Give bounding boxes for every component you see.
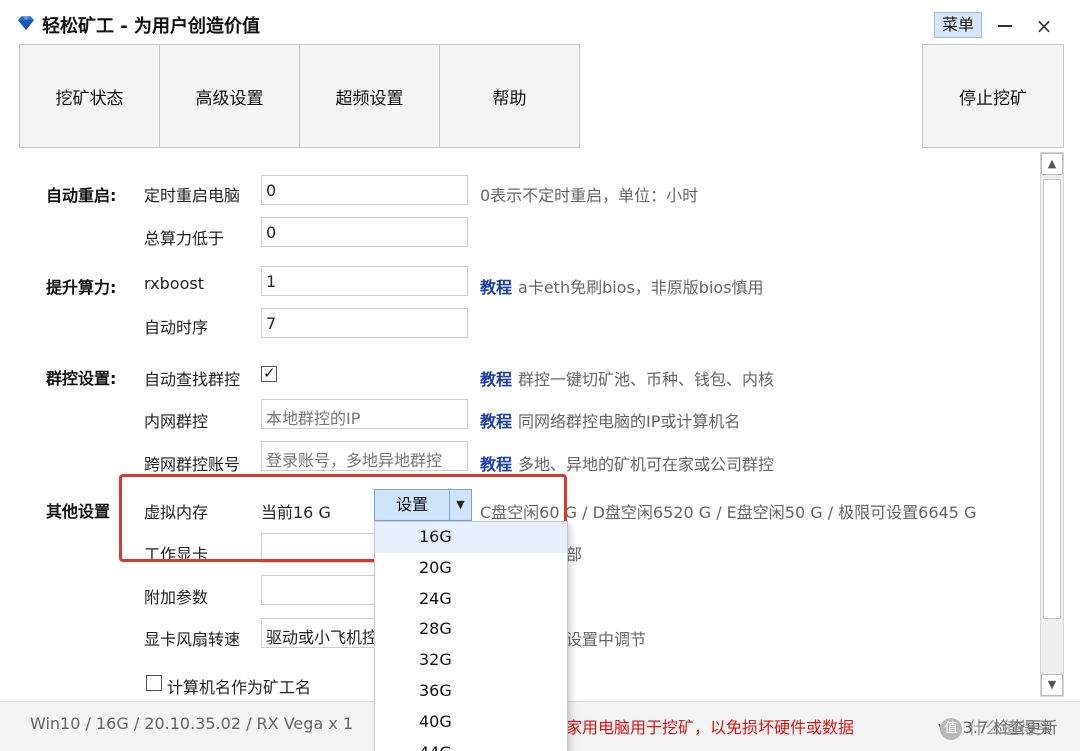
scroll-up-icon[interactable]: ▲: [1041, 153, 1063, 175]
wan-hint: 多地、异地的矿机可在家或公司群控: [518, 455, 775, 474]
auto-find-hint-row: 教程 群控一键切矿池、币种、钱包、内核: [480, 366, 774, 390]
fan-speed-hint: 设置中调节: [566, 630, 647, 649]
timer-restart-input[interactable]: 0: [261, 175, 468, 205]
section-auto-restart: 自动重启:: [46, 186, 117, 205]
warning-text: 家用电脑用于挖矿，以免损坏硬件或数据: [566, 718, 855, 737]
hashrate-below-label: 总算力低于: [144, 229, 225, 248]
rxboost-hint-row: 教程 a卡eth免刷bios，非原版bios慎用: [480, 274, 764, 298]
scroll-down-icon[interactable]: ▼: [1041, 674, 1063, 696]
watermark: 值什么值得买: [940, 714, 1053, 740]
dropdown-option[interactable]: 16G: [375, 522, 567, 553]
hostname-as-worker-label: 计算机名作为矿工名: [167, 678, 312, 697]
rxboost-tutorial-link[interactable]: 教程: [480, 278, 512, 297]
lan-hint: 同网络群控电脑的IP或计算机名: [518, 412, 741, 431]
wan-tutorial-link[interactable]: 教程: [480, 455, 512, 474]
wan-account-label: 跨网群控账号: [144, 455, 241, 474]
timer-restart-hint: 0表示不定时重启，单位：小时: [480, 186, 699, 205]
chevron-down-icon[interactable]: ▼: [449, 490, 471, 520]
section-boost: 提升算力:: [46, 278, 117, 297]
section-group-control: 群控设置:: [46, 369, 117, 388]
virtual-memory-dropdown-list: 16G 20G 24G 28G 32G 36G 40G 44G: [374, 521, 568, 751]
work-gpu-hint: 部: [566, 545, 583, 564]
app-window: 轻松矿工 - 为用户创造价值 菜单 × 挖矿状态 高级设置 超频设置 帮助 停止…: [0, 0, 1080, 751]
tab-advanced-settings[interactable]: 高级设置: [159, 44, 300, 148]
close-icon[interactable]: ×: [1030, 12, 1058, 40]
title-bar: 轻松矿工 - 为用户创造价值 菜单 ×: [0, 0, 1080, 44]
hostname-as-worker-checkbox[interactable]: [146, 675, 162, 691]
watermark-logo-icon: 值: [940, 718, 962, 740]
fan-speed-label: 显卡风扇转速: [144, 630, 241, 649]
rxboost-hint: a卡eth免刷bios，非原版bios慎用: [518, 278, 764, 297]
auto-find-tutorial-link[interactable]: 教程: [480, 370, 512, 389]
scrollbar-thumb[interactable]: [1043, 179, 1061, 619]
vertical-scrollbar[interactable]: ▲ ▼: [1040, 152, 1064, 697]
extra-params-label: 附加参数: [144, 588, 209, 607]
dropdown-option[interactable]: 36G: [375, 676, 567, 707]
minimize-icon[interactable]: [992, 10, 1018, 38]
lan-control-label: 内网群控: [144, 412, 209, 431]
lan-control-input[interactable]: 本地群控的IP: [261, 399, 468, 429]
auto-find-checkbox[interactable]: [261, 364, 277, 382]
stop-mining-button[interactable]: 停止挖矿: [922, 44, 1064, 148]
auto-find-label: 自动查找群控: [144, 370, 241, 389]
dropdown-option[interactable]: 32G: [375, 645, 567, 676]
auto-timing-label: 自动时序: [144, 318, 209, 337]
virtual-memory-set-button[interactable]: 设置 ▼: [374, 489, 472, 521]
tab-mining-status[interactable]: 挖矿状态: [19, 44, 160, 148]
wan-account-input[interactable]: 登录账号，多地异地群控: [261, 441, 468, 471]
lan-tutorial-link[interactable]: 教程: [480, 412, 512, 431]
diamond-logo-icon: [18, 16, 34, 30]
timer-restart-label: 定时重启电脑: [144, 186, 241, 205]
watermark-text: 什么值得买: [968, 719, 1053, 739]
dropdown-option[interactable]: 40G: [375, 707, 567, 738]
rxboost-label: rxboost: [144, 274, 204, 293]
wan-hint-row: 教程 多地、异地的矿机可在家或公司群控: [480, 451, 774, 475]
set-button-label: 设置: [395, 495, 428, 514]
auto-timing-input[interactable]: 7: [261, 308, 468, 338]
dropdown-option[interactable]: 24G: [375, 584, 567, 615]
dropdown-option[interactable]: 28G: [375, 614, 567, 645]
window-title: 轻松矿工 - 为用户创造价值: [42, 16, 261, 37]
dropdown-option[interactable]: 20G: [375, 553, 567, 584]
system-info: Win10 / 16G / 20.10.35.02 / RX Vega x 1: [30, 714, 354, 733]
auto-find-hint: 群控一键切矿池、币种、钱包、内核: [518, 370, 775, 389]
tab-help[interactable]: 帮助: [439, 44, 580, 148]
tab-overclock-settings[interactable]: 超频设置: [299, 44, 440, 148]
rxboost-input[interactable]: 1: [261, 266, 468, 296]
lan-hint-row: 教程 同网络群控电脑的IP或计算机名: [480, 408, 740, 432]
hashrate-below-input[interactable]: 0: [261, 217, 468, 247]
menu-button[interactable]: 菜单: [934, 12, 982, 38]
dropdown-option[interactable]: 44G: [375, 738, 567, 751]
section-other-settings: 其他设置: [46, 502, 111, 521]
